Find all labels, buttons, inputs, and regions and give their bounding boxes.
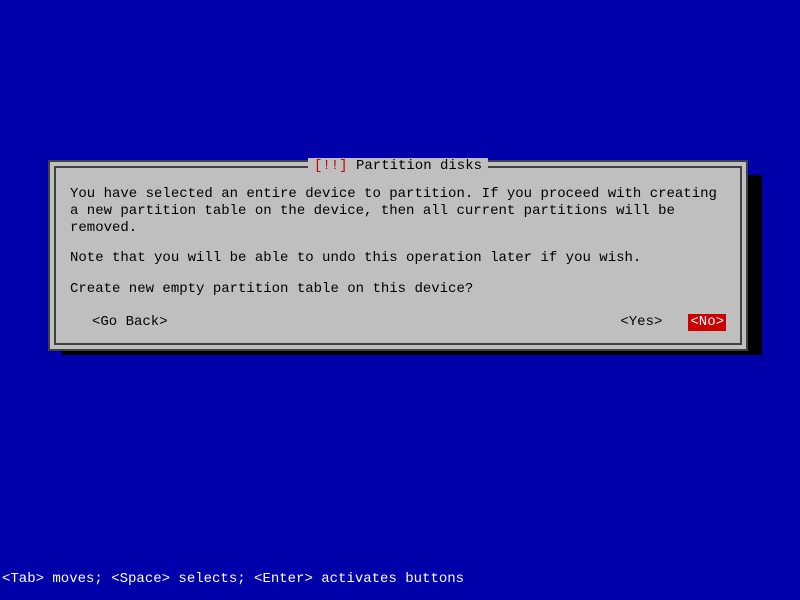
dialog-title-label: Partition disks	[356, 158, 482, 174]
dialog-paragraph-2: Note that you will be able to undo this …	[70, 250, 726, 267]
yes-button[interactable]: <Yes>	[620, 314, 662, 331]
dialog-button-row: <Go Back> <Yes> <No>	[70, 314, 726, 331]
go-back-button[interactable]: <Go Back>	[92, 314, 168, 331]
dialog-question: Create new empty partition table on this…	[70, 281, 726, 298]
status-bar: <Tab> moves; <Space> selects; <Enter> ac…	[2, 571, 464, 588]
dialog-paragraph-1: You have selected an entire device to pa…	[70, 186, 726, 236]
dialog-title: [!!] Partition disks	[308, 158, 488, 175]
dialog-title-warning: [!!]	[314, 158, 348, 174]
partition-dialog: [!!] Partition disks You have selected a…	[48, 160, 748, 351]
no-button[interactable]: <No>	[688, 314, 726, 331]
dialog-frame: [!!] Partition disks You have selected a…	[54, 166, 742, 345]
